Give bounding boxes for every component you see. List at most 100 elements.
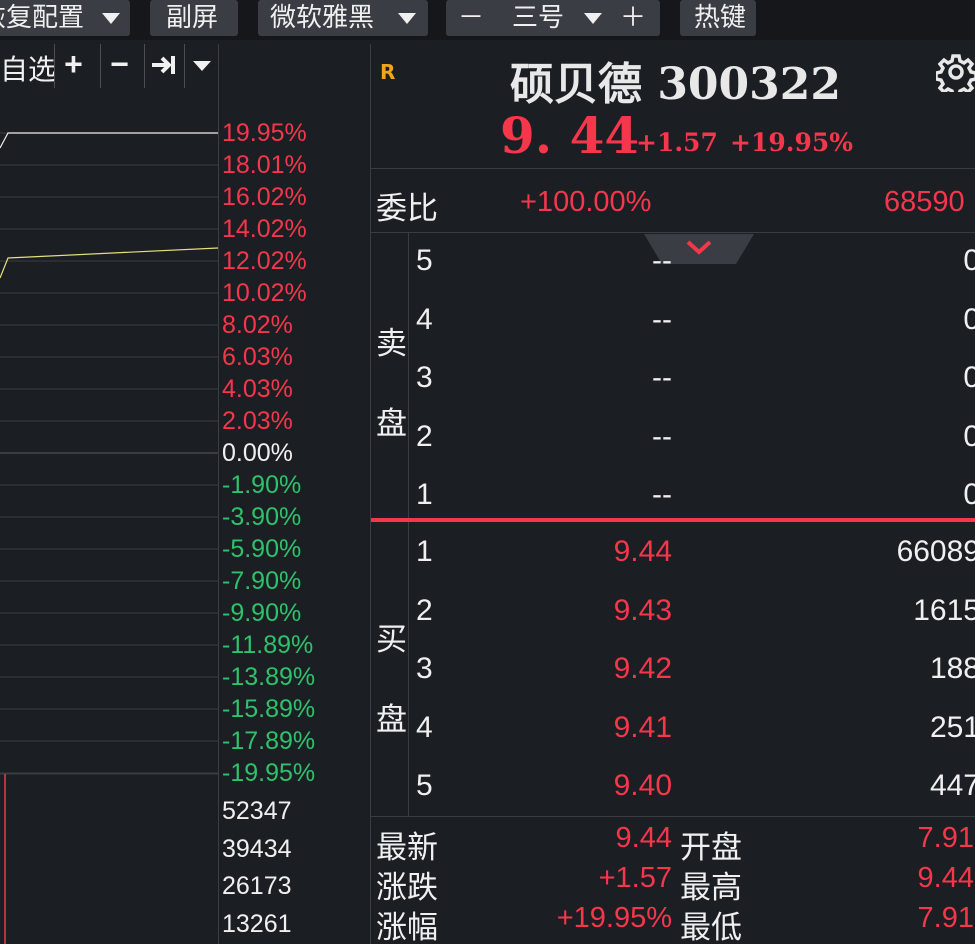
order-ratio-volume: 68590 — [884, 186, 965, 218]
restore-config-dropdown[interactable]: 恢复配置 — [0, 0, 130, 36]
price-axis-tick-label: -17.89% — [222, 727, 316, 755]
order-level-price: -- — [652, 244, 672, 277]
minus-icon: − — [110, 46, 129, 82]
latest-label: 最新 — [376, 830, 438, 865]
price-change-percent: +19.95% — [730, 128, 853, 157]
divider — [371, 816, 975, 817]
top-toolbar: 恢复配置 副屏 微软雅黑 － 三号 ＋ 热键 — [0, 0, 975, 40]
chevron-down-icon — [193, 61, 211, 71]
font-size-minus-button[interactable]: － — [458, 0, 484, 34]
order-level-price: -- — [652, 478, 672, 511]
price-axis-tick-label: -5.90% — [222, 535, 302, 563]
price-axis-tick-label: 16.02% — [222, 183, 307, 211]
low-label: 最低 — [680, 910, 742, 944]
price-axis-tick-label: -11.89% — [222, 631, 314, 659]
volume-axis-tick-label: 39434 — [222, 834, 292, 863]
buy-side-label: 买 — [376, 622, 407, 657]
r-badge-icon: R — [380, 60, 396, 84]
price-axis-tick-label: 4.03% — [222, 375, 293, 403]
remove-from-watchlist-button[interactable]: − — [100, 44, 138, 88]
watchlist-menu-button[interactable] — [184, 44, 218, 88]
order-level-index: 3 — [416, 652, 433, 685]
low-value: 7.91 — [917, 902, 974, 934]
order-ratio-label: 委比 — [376, 191, 438, 226]
price-axis-tick-label: -19.95% — [222, 759, 316, 787]
panel-divider — [370, 44, 371, 944]
plus-icon: + — [64, 46, 83, 82]
font-name-label: 微软雅黑 — [270, 2, 375, 32]
order-level-price: -- — [652, 302, 672, 336]
secondary-screen-button[interactable]: 副屏 — [150, 0, 238, 36]
high-label: 最高 — [680, 870, 742, 905]
price-axis-tick-label: -3.90% — [222, 503, 302, 531]
divider — [371, 232, 975, 233]
order-level-volume: 0 — [963, 478, 975, 511]
price-axis-tick-label: 14.02% — [222, 215, 307, 243]
average-price-line — [0, 247, 219, 279]
order-level-volume: 447 — [929, 769, 975, 802]
order-level-volume: 0 — [963, 361, 975, 394]
restore-config-label: 恢复配置 — [0, 2, 85, 32]
font-name-dropdown[interactable]: 微软雅黑 — [258, 0, 428, 36]
price-axis-tick-label: -1.90% — [222, 471, 302, 499]
open-value: 7.91 — [917, 822, 974, 854]
volume-axis-tick-label: 26173 — [222, 872, 292, 900]
order-level-index: 1 — [416, 478, 433, 511]
change-percent-label: 涨幅 — [376, 910, 438, 944]
open-label: 开盘 — [680, 830, 742, 865]
price-axis-tick-label: 19.95% — [222, 119, 307, 147]
font-size-plus-button[interactable]: ＋ — [620, 0, 646, 34]
order-level-price: 9.40 — [613, 769, 672, 802]
order-level-volume: 0 — [963, 419, 975, 453]
volume-axis-tick-label: 13261 — [222, 909, 292, 938]
stock-name-code: 硕贝德 300322 — [510, 59, 842, 110]
order-level-price: -- — [652, 419, 672, 453]
current-price: 9. 44 — [500, 106, 640, 165]
jump-to-end-button[interactable] — [144, 44, 182, 88]
price-change: +1.57 — [636, 128, 718, 157]
order-level-volume: 66089 — [896, 535, 975, 568]
order-level-index: 4 — [416, 710, 433, 744]
volume-axis-tick-label: 52347 — [222, 797, 292, 825]
watchlist-header: 自选 + − — [0, 44, 218, 88]
chevron-down-icon[interactable] — [584, 13, 602, 24]
divider — [371, 168, 975, 169]
font-size-label[interactable]: 三号 — [512, 0, 564, 34]
order-level-volume: 0 — [963, 244, 975, 277]
price-axis-tick-label: 12.02% — [222, 247, 307, 275]
order-level-volume: 0 — [963, 302, 975, 336]
order-level-volume: 251 — [929, 710, 975, 744]
order-level-price: 9.42 — [613, 652, 672, 685]
hotkeys-label: 热键 — [694, 2, 747, 32]
order-level-price: 9.43 — [613, 593, 672, 627]
panel-divider — [218, 44, 219, 944]
order-level-index: 5 — [416, 769, 433, 802]
order-level-volume: 188 — [929, 652, 975, 685]
order-level-index: 1 — [416, 535, 433, 568]
divider — [408, 232, 409, 518]
intraday-chart[interactable] — [0, 88, 219, 944]
hotkeys-button[interactable]: 热键 — [680, 0, 756, 36]
add-to-watchlist-button[interactable]: + — [54, 44, 92, 88]
sell-side-label: 盘 — [376, 406, 407, 441]
price-axis-tick-label: 6.03% — [222, 343, 293, 371]
chevron-down-icon — [102, 13, 120, 24]
order-level-price: 9.44 — [613, 535, 672, 568]
price-axis-tick-label: 8.02% — [222, 311, 293, 339]
order-level-price: 9.41 — [613, 710, 672, 744]
price-axis-tick-label: -15.89% — [222, 695, 316, 723]
price-axis-tick-label: -7.90% — [222, 567, 302, 595]
price-axis-tick-label: 2.03% — [222, 407, 293, 435]
gear-icon[interactable] — [934, 52, 975, 98]
price-divider-line — [371, 518, 975, 522]
change-percent-value: +19.95% — [556, 902, 672, 934]
change-value: +1.57 — [598, 862, 672, 894]
order-level-volume: 1615 — [913, 593, 975, 627]
arrow-to-end-icon — [150, 48, 178, 84]
order-level-index: 2 — [416, 593, 433, 627]
order-level-index: 5 — [416, 244, 433, 277]
chart-gridlines — [0, 132, 219, 944]
secondary-screen-label: 副屏 — [166, 2, 219, 32]
order-level-index: 2 — [416, 419, 433, 453]
divider — [408, 522, 409, 816]
